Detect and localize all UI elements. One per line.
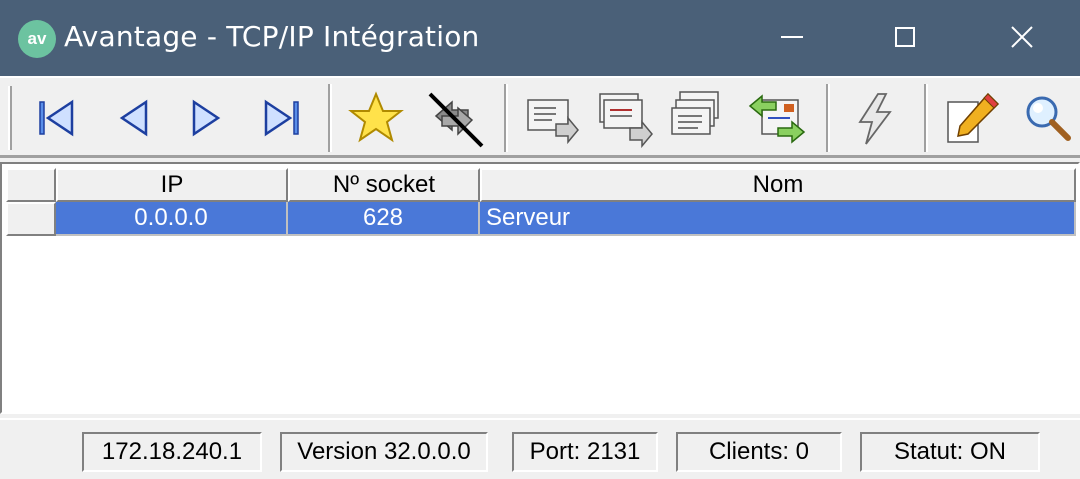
column-header-socket[interactable]: Nº socket xyxy=(288,168,480,202)
first-icon xyxy=(39,99,74,137)
cell-nom[interactable]: Serveur xyxy=(480,202,1076,236)
cell-ip[interactable]: 0.0.0.0 xyxy=(56,202,288,236)
cell-socket[interactable]: 628 xyxy=(288,202,480,236)
grid-header: IP Nº socket Nom xyxy=(6,168,1076,202)
status-statut: Statut: ON xyxy=(860,432,1040,472)
toolbar-separator xyxy=(504,84,508,152)
mail-exchange-icon xyxy=(748,94,806,144)
disconnect-button[interactable] xyxy=(424,88,484,148)
last-record-button[interactable] xyxy=(252,88,312,148)
send-message-button[interactable] xyxy=(522,88,582,148)
previous-icon xyxy=(119,99,148,137)
first-record-button[interactable] xyxy=(28,88,88,148)
disconnect-icon xyxy=(428,92,484,148)
socket-grid[interactable]: IP Nº socket Nom 0.0.0.0 628 Serveur xyxy=(0,162,1080,414)
row-indicator[interactable] xyxy=(6,202,56,236)
mail-multi-icon xyxy=(599,93,653,148)
status-ip: 172.18.240.1 xyxy=(82,432,262,472)
column-header-nom[interactable]: Nom xyxy=(480,168,1076,202)
minimize-button[interactable] xyxy=(736,0,846,76)
toolbar xyxy=(0,76,1080,158)
column-header-ip[interactable]: IP xyxy=(56,168,288,202)
mail-stack-icon xyxy=(671,91,719,135)
toolbar-separator xyxy=(328,84,332,152)
exchange-button[interactable] xyxy=(746,88,806,148)
edit-button[interactable] xyxy=(942,88,1002,148)
magnifier-icon xyxy=(1026,96,1071,141)
trigger-button[interactable] xyxy=(844,88,904,148)
close-button[interactable] xyxy=(966,0,1076,76)
search-button[interactable] xyxy=(1016,88,1076,148)
title-bar: av Avantage - TCP/IP Intégration xyxy=(0,0,1080,76)
window-title: Avantage - TCP/IP Intégration xyxy=(64,20,480,53)
send-all-button[interactable] xyxy=(670,88,730,148)
toolbar-grip[interactable] xyxy=(8,86,12,150)
app-logo: av xyxy=(18,20,56,58)
star-icon xyxy=(348,91,404,143)
table-row[interactable]: 0.0.0.0 628 Serveur xyxy=(6,202,1076,236)
status-port: Port: 2131 xyxy=(512,432,658,472)
last-icon xyxy=(264,99,299,137)
favorite-button[interactable] xyxy=(346,88,406,148)
maximize-icon xyxy=(895,27,915,47)
toolbar-separator xyxy=(826,84,830,152)
toolbar-separator xyxy=(924,84,928,152)
close-icon xyxy=(1011,26,1033,48)
send-multiple-button[interactable] xyxy=(596,88,656,148)
lightning-icon xyxy=(858,93,892,145)
status-bar: 172.18.240.1 Version 32.0.0.0 Port: 2131… xyxy=(0,418,1080,479)
mail-send-icon xyxy=(527,99,579,145)
pencil-icon xyxy=(947,92,1000,143)
status-version: Version 32.0.0.0 xyxy=(280,432,488,472)
minimize-icon xyxy=(781,36,803,38)
header-indicator xyxy=(6,168,56,202)
status-clients: Clients: 0 xyxy=(676,432,842,472)
next-record-button[interactable] xyxy=(176,88,236,148)
previous-record-button[interactable] xyxy=(102,88,162,148)
maximize-button[interactable] xyxy=(850,0,960,76)
next-icon xyxy=(192,99,221,137)
